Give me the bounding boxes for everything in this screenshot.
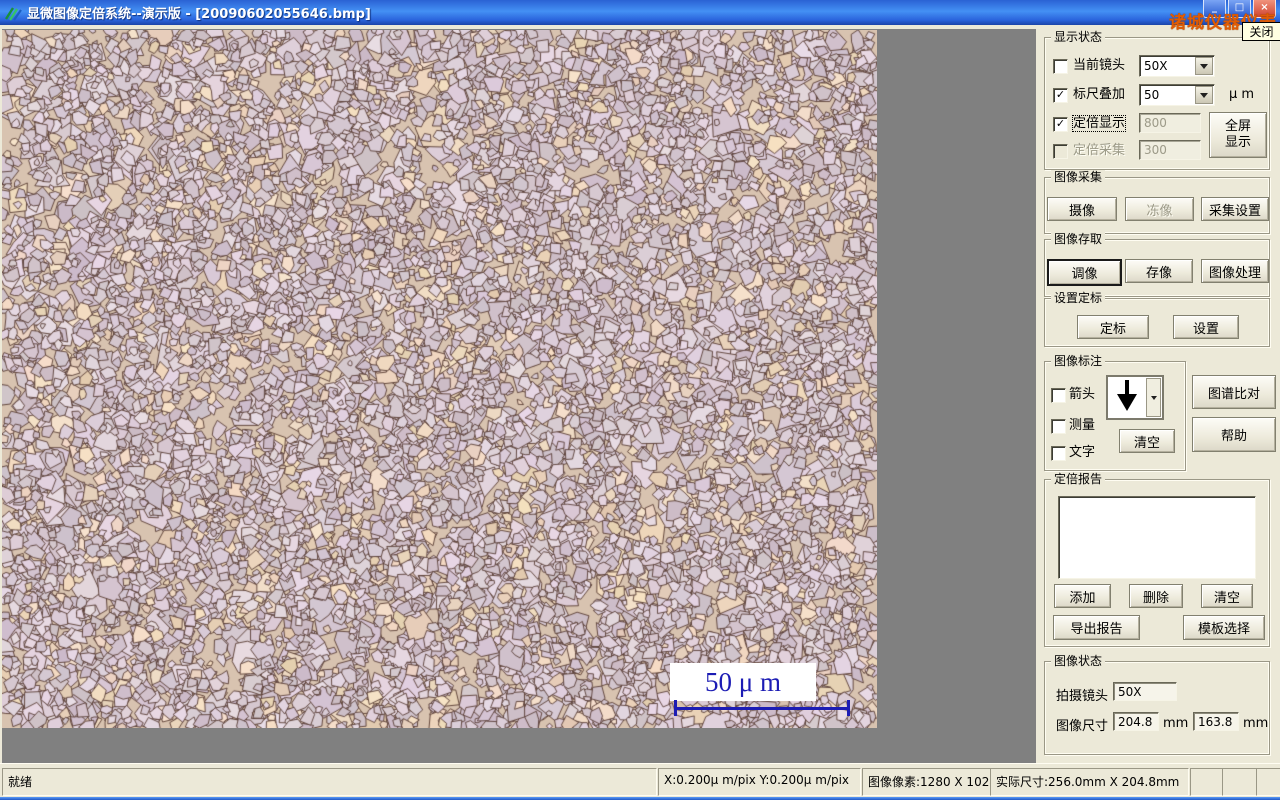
image-size-label: 图像尺寸 [1056,719,1109,734]
fixed-capture-label: 定倍采集 [1073,143,1126,158]
arrow-label: 箭头 [1069,387,1096,402]
down-arrow-icon [1117,380,1137,411]
report-add-button[interactable]: 添加 [1054,584,1111,608]
annotation-clear-button[interactable]: 清空 [1119,429,1175,453]
height-unit-label: mm [1243,716,1269,731]
scale-overlay-label: 标尺叠加 [1073,87,1126,102]
image-workspace: 50 μ m [2,29,1036,763]
status-actual-size: 实际尺寸:256.0mm X 204.8mm [990,768,1189,796]
close-button[interactable]: × [1253,0,1276,18]
scale-overlay-value: 50 [1144,88,1160,102]
close-tooltip: 关闭 [1242,22,1280,41]
window-controls: _ □ × [1203,0,1276,18]
atlas-compare-button[interactable]: 图谱比对 [1192,375,1276,409]
chevron-down-icon[interactable] [1195,86,1213,104]
status-empty-panel [1190,768,1223,796]
scale-overlay-combobox[interactable]: 50 [1139,84,1215,106]
current-lens-value: 50X [1144,59,1168,73]
arrow-checkbox[interactable] [1051,388,1066,403]
fixed-capture-input: 300 [1139,140,1201,160]
scale-bar-tick-left [674,700,677,716]
image-process-button[interactable]: 图像处理 [1201,259,1269,283]
annotation-group: 图像标注 箭头 测量 文字 清空 [1044,354,1186,471]
image-width-field: 204.8 [1113,712,1159,731]
current-lens-combobox[interactable]: 50X [1139,55,1215,77]
fixed-display-label: 定倍显示 [1071,115,1127,132]
fullscreen-button[interactable]: 全屏显示 [1209,112,1267,158]
export-report-button[interactable]: 导出报告 [1053,615,1140,640]
calibration-title: 设置定标 [1051,291,1106,305]
help-button[interactable]: 帮助 [1192,417,1276,452]
settings-button[interactable]: 设置 [1173,315,1239,339]
image-storage-group: 图像存取 调像 存像 图像处理 [1044,232,1270,297]
status-ready: 就绪 [2,768,657,796]
scale-bar-line [674,707,850,710]
minimize-icon: _ [1212,2,1217,13]
text-label: 文字 [1069,445,1096,460]
report-clear-button[interactable]: 清空 [1201,584,1253,608]
scale-bar-tick-right [847,700,850,716]
report-title: 定倍报告 [1051,472,1106,486]
image-status-title: 图像状态 [1051,654,1106,668]
lens-value-field: 50X [1113,682,1177,701]
width-unit-label: mm [1163,716,1189,731]
save-image-button[interactable]: 存像 [1125,259,1193,283]
micrograph-image[interactable] [2,30,877,728]
restore-button[interactable]: □ [1228,0,1251,18]
template-select-button[interactable]: 模板选择 [1183,615,1265,640]
annotation-title: 图像标注 [1051,354,1106,368]
fixed-capture-checkbox [1053,144,1068,159]
fixed-display-checkbox[interactable]: ✓ [1053,117,1068,132]
status-pixel-scale: X:0.200μ m/pix Y:0.200μ m/pix [658,768,861,796]
camera-button[interactable]: 摄像 [1047,197,1117,221]
image-height-field: 163.8 [1193,712,1239,731]
current-lens-label: 当前镜头 [1073,58,1126,73]
control-panel: 显示状态 当前镜头 50X ✓ 标尺叠加 50 μ m ✓ 定倍显示 800 定… [1036,29,1278,763]
scale-bar-label-box: 50 μ m [670,663,816,701]
scale-unit-label: μ m [1229,87,1255,102]
measure-checkbox[interactable] [1051,419,1066,434]
capture-settings-button[interactable]: 采集设置 [1201,197,1269,221]
scale-bar-text: 50 μ m [705,666,781,697]
report-listbox[interactable] [1058,496,1256,579]
text-checkbox[interactable] [1051,446,1066,461]
chevron-down-icon[interactable] [1195,57,1213,75]
app-icon [4,6,22,21]
report-group: 定倍报告 添加 删除 清空 导出报告 模板选择 [1044,472,1270,647]
image-capture-group: 图像采集 摄像 冻像 采集设置 [1044,170,1270,234]
minimize-button[interactable]: _ [1203,0,1226,18]
image-storage-title: 图像存取 [1051,232,1106,246]
display-status-group: 显示状态 当前镜头 50X ✓ 标尺叠加 50 μ m ✓ 定倍显示 800 定… [1044,30,1270,170]
status-bar: 就绪 X:0.200μ m/pix Y:0.200μ m/pix 图像像素:12… [0,763,1280,798]
load-image-button[interactable]: 调像 [1047,259,1122,286]
report-delete-button[interactable]: 删除 [1129,584,1183,608]
display-status-title: 显示状态 [1051,30,1106,44]
application-window: 显微图像定倍系统--演示版 - [20090602055646.bmp] _ □… [0,0,1280,800]
fixed-display-input: 800 [1139,113,1201,133]
status-empty-panel [1222,768,1257,796]
image-status-group: 图像状态 拍摄镜头 50X 图像尺寸 204.8 mm 163.8 mm [1044,654,1270,755]
lens-label: 拍摄镜头 [1056,689,1109,704]
status-empty-panel [1256,768,1280,796]
image-capture-title: 图像采集 [1051,170,1106,184]
scale-overlay-checkbox[interactable]: ✓ [1053,88,1068,103]
freeze-button: 冻像 [1125,197,1194,221]
title-bar: 显微图像定倍系统--演示版 - [20090602055646.bmp] _ □… [0,0,1280,25]
close-icon: × [1260,2,1269,13]
calibrate-button[interactable]: 定标 [1077,315,1149,339]
chevron-down-icon[interactable] [1146,378,1161,417]
arrow-style-combobox[interactable] [1106,375,1164,420]
window-title: 显微图像定倍系统--演示版 - [20090602055646.bmp] [27,7,371,22]
status-image-pixels: 图像像素:1280 X 1024 [862,768,991,796]
restore-icon: □ [1234,2,1245,13]
current-lens-checkbox[interactable] [1053,59,1068,74]
calibration-group: 设置定标 定标 设置 [1044,291,1270,347]
measure-label: 测量 [1069,418,1096,433]
